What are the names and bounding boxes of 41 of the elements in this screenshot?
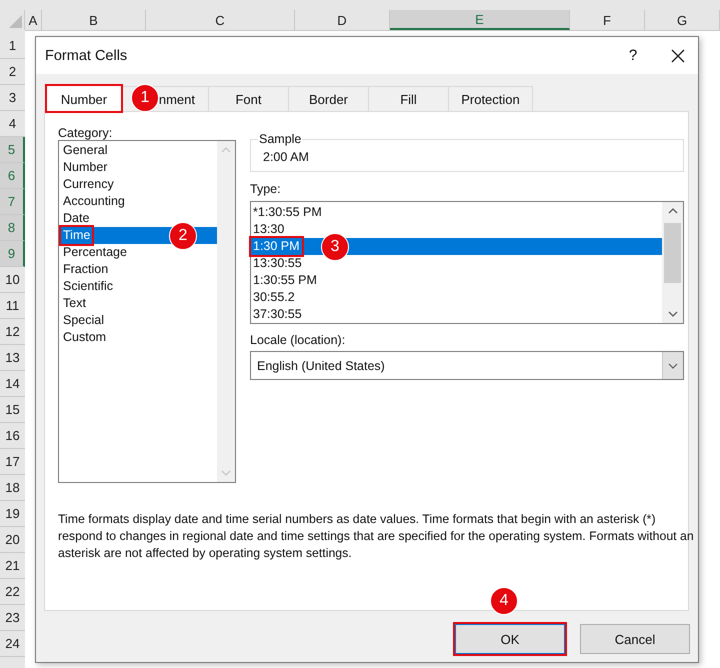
locale-label: Locale (location): — [250, 332, 346, 348]
chevron-down-icon — [668, 362, 678, 368]
select-all-icon[interactable] — [9, 15, 22, 28]
list-item[interactable]: 1:30:55 PM — [251, 272, 662, 289]
list-item[interactable]: Scientific — [59, 278, 217, 295]
scroll-thumb[interactable] — [664, 223, 681, 283]
format-description: Time formats display date and time serial numbers as date values. Time formats that begin with an asterisk (*) respond to changes in regional date and time settings that are specified for the operating system. Formats without an asterisk are not affected by operating system settings. — [58, 511, 695, 562]
row-header[interactable]: 9 — [0, 241, 25, 267]
list-item[interactable]: 37:30:55 — [251, 306, 662, 323]
row-header[interactable]: 5 — [0, 137, 25, 163]
row-header[interactable]: 8 — [0, 215, 25, 241]
list-item[interactable]: Custom — [59, 329, 217, 346]
category-label: Category: — [58, 125, 114, 141]
list-item[interactable]: Text — [59, 295, 217, 312]
scroll-down-icon[interactable] — [668, 311, 678, 317]
sample-value: 2:00 AM — [263, 150, 310, 164]
step-badge: 2 — [169, 222, 197, 250]
list-item[interactable]: Accounting — [59, 193, 217, 210]
scrollbar[interactable] — [662, 202, 683, 323]
list-item[interactable]: Fraction — [59, 261, 217, 278]
column-header[interactable]: E — [390, 10, 570, 30]
row-header[interactable]: 6 — [0, 163, 25, 189]
help-button[interactable]: ? — [623, 47, 643, 64]
list-item[interactable]: Number — [59, 159, 217, 176]
list-item[interactable]: Special — [59, 312, 217, 329]
row-header[interactable]: 7 — [0, 189, 25, 215]
dialog-button[interactable]: Cancel — [580, 624, 690, 654]
close-icon[interactable] — [671, 48, 685, 62]
sample-label: Sample — [258, 132, 302, 146]
tab[interactable]: Number — [46, 85, 122, 112]
dialog-button[interactable]: OK — [455, 624, 565, 654]
list-item[interactable]: *1:30:55 PM — [251, 204, 662, 221]
scroll-up-icon[interactable] — [668, 208, 678, 214]
locale-dropdown[interactable]: English (United States) — [250, 351, 684, 380]
list-item[interactable]: Currency — [59, 176, 217, 193]
step-badge: 3 — [321, 232, 349, 260]
tab[interactable]: Protection — [448, 86, 533, 111]
list-item[interactable]: 30:55.2 — [251, 289, 662, 306]
list-item[interactable]: General — [59, 142, 217, 159]
dialog-title: Format Cells — [45, 48, 128, 64]
type-label: Type: — [250, 181, 282, 197]
